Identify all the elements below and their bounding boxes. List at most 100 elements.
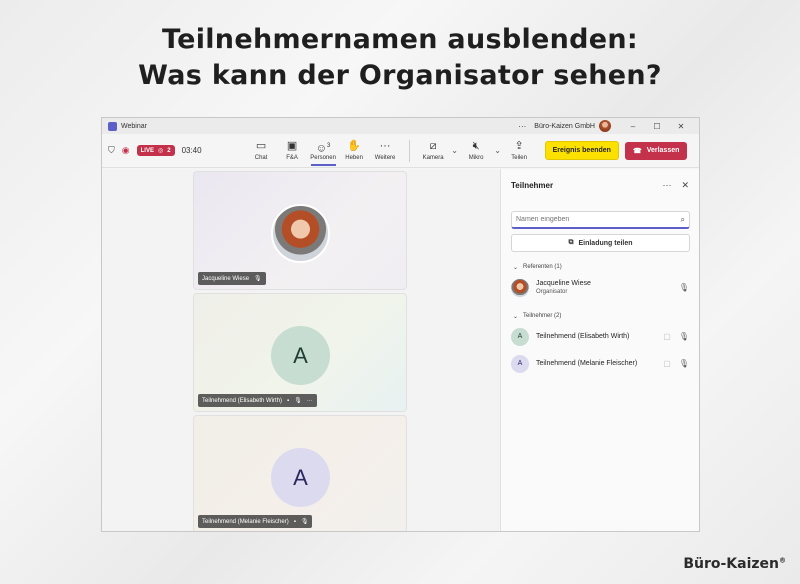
- meeting-toolbar: ⛉ ◉ LIVE ◎ 2 03:40 ▭ Chat ▣ F&A ☺3 Perso…: [102, 134, 699, 168]
- mic-options-chevron-icon[interactable]: ⌄: [492, 146, 504, 155]
- chevron-down-icon: ⌄: [513, 264, 519, 271]
- ellipsis-icon: ···: [379, 140, 391, 152]
- tile-name-tag: Teilnehmend (Elisabeth Wirth) ▪ 🎙︎ ···: [198, 394, 317, 407]
- mic-muted-icon: 🔇︎: [472, 140, 480, 152]
- mic-muted-icon: 🎙︎: [294, 398, 302, 404]
- participant-name: Teilnehmend (Melanie Fleischer): [536, 360, 638, 367]
- search-box[interactable]: ⌕: [511, 211, 690, 229]
- camera-off-icon: ▪: [287, 397, 290, 404]
- minimize-button[interactable]: –: [621, 122, 645, 131]
- mic-muted-icon: 🎙︎: [678, 283, 689, 292]
- close-window-button[interactable]: ✕: [669, 122, 693, 131]
- participants-panel: Teilnehmer ··· ✕ ⌕ ⧉ Einladung teilen ⌄ …: [500, 169, 699, 531]
- viewer-count: 2: [167, 147, 171, 154]
- camera-button[interactable]: ⧄ Kamera: [418, 140, 449, 161]
- share-label: Teilen: [511, 155, 527, 161]
- chat-icon: ▭: [255, 140, 267, 152]
- raise-hand-label: Heben: [345, 155, 363, 161]
- tile-more-icon[interactable]: ···: [307, 398, 313, 404]
- chat-label: Chat: [254, 155, 268, 161]
- eye-icon: ◎: [157, 148, 164, 154]
- hand-icon: ✋: [347, 140, 361, 152]
- panel-header: Teilnehmer ··· ✕: [501, 169, 699, 201]
- presenters-heading: Referenten (1): [523, 264, 562, 270]
- participant-role: Organisator: [536, 288, 568, 295]
- user-avatar[interactable]: [599, 120, 611, 132]
- avatar-initial: A: [271, 448, 330, 507]
- search-input[interactable]: [516, 216, 681, 223]
- share-invite-button[interactable]: ⧉ Einladung teilen: [511, 234, 690, 252]
- avatar: A: [511, 354, 529, 373]
- avatar: [511, 278, 529, 297]
- video-stage: Jacqueline Wiese 🎙︎ A Teilnehmend (Elisa…: [102, 169, 500, 531]
- share-invite-icon: ⧉: [568, 239, 574, 246]
- title-bar: Webinar ··· Büro-Kaizen GmbH – ☐ ✕: [102, 118, 699, 134]
- people-label: Personen: [310, 155, 336, 161]
- presenter-photo: [271, 204, 330, 263]
- teams-window: Webinar ··· Büro-Kaizen GmbH – ☐ ✕ ⛉ ◉ L…: [101, 117, 700, 532]
- more-options-icon[interactable]: ···: [518, 122, 526, 131]
- tile-name: Teilnehmend (Elisabeth Wirth): [202, 397, 283, 404]
- tile-name: Jacqueline Wiese: [202, 275, 250, 282]
- camera-options-chevron-icon[interactable]: ⌄: [449, 146, 461, 155]
- tile-name: Teilnehmend (Melanie Fleischer): [202, 518, 289, 525]
- participant-info: Jacqueline Wiese Organisator: [536, 279, 679, 297]
- mic-button[interactable]: 🔇︎ Mikro: [461, 140, 492, 161]
- mic-muted-icon: 🎙︎: [300, 519, 309, 525]
- shield-icon[interactable]: ⛉: [108, 145, 115, 156]
- camera-off-icon: ⧄: [429, 140, 437, 152]
- camera-off-icon: ▢: [663, 332, 671, 341]
- camera-off-icon: ▢: [663, 359, 671, 368]
- more-actions-label: Weitere: [374, 155, 396, 161]
- video-tile[interactable]: A Teilnehmend (Melanie Fleischer) ▪ 🎙︎: [193, 415, 407, 531]
- brand-name: Büro-Kaizen: [683, 556, 779, 572]
- avatar-initial: A: [271, 326, 330, 385]
- participant-row[interactable]: A Teilnehmend (Elisabeth Wirth) ▢ 🎙︎: [501, 323, 699, 350]
- camera-label: Kamera: [422, 155, 444, 161]
- panel-more-icon[interactable]: ···: [662, 180, 671, 190]
- leave-button[interactable]: ☎ Verlassen: [624, 141, 688, 160]
- close-icon[interactable]: ✕: [681, 180, 689, 191]
- more-actions-button[interactable]: ··· Weitere: [370, 140, 401, 161]
- attendees-section-toggle[interactable]: ⌄ Teilnehmer (2): [501, 309, 699, 323]
- participant-row[interactable]: A Teilnehmend (Melanie Fleischer) ▢ 🎙︎: [501, 350, 699, 377]
- participant-name: Jacqueline Wiese: [536, 279, 591, 287]
- tile-name-tag: Jacqueline Wiese 🎙︎: [198, 272, 266, 285]
- attendees-heading: Teilnehmer (2): [523, 313, 562, 319]
- headline-line-2: Was kann der Organisator sehen?: [138, 60, 662, 91]
- people-button[interactable]: ☺3 Personen: [308, 140, 339, 166]
- maximize-button[interactable]: ☐: [645, 122, 669, 131]
- people-count: 3: [327, 143, 331, 149]
- search-icon[interactable]: ⌕: [681, 215, 685, 225]
- qa-icon: ▣: [286, 140, 298, 152]
- window-title: Webinar: [121, 122, 147, 130]
- raise-hand-button[interactable]: ✋ Heben: [339, 140, 370, 161]
- participant-name: Teilnehmend (Elisabeth Wirth): [536, 333, 630, 340]
- headline-line-1: Teilnehmernamen ausblenden:: [161, 24, 639, 55]
- people-icon: ☺3: [315, 142, 331, 155]
- meeting-timer: 03:40: [181, 146, 202, 155]
- organization-name: Büro-Kaizen GmbH: [534, 122, 595, 130]
- video-tile[interactable]: Jacqueline Wiese 🎙︎: [193, 171, 407, 290]
- share-icon: ⇪: [514, 140, 524, 152]
- presenters-section-toggle[interactable]: ⌄ Referenten (1): [501, 260, 699, 274]
- share-button[interactable]: ⇪ Teilen: [504, 140, 535, 161]
- panel-title: Teilnehmer: [511, 180, 554, 190]
- chat-button[interactable]: ▭ Chat: [246, 140, 277, 161]
- end-event-button[interactable]: Ereignis beenden: [544, 141, 619, 160]
- live-badge[interactable]: LIVE ◎ 2: [136, 145, 175, 156]
- video-tile[interactable]: A Teilnehmend (Elisabeth Wirth) ▪ 🎙︎ ···: [193, 293, 407, 412]
- teams-app-icon: [108, 121, 117, 131]
- mic-muted-icon: 🎙︎: [254, 276, 262, 282]
- tile-name-tag: Teilnehmend (Melanie Fleischer) ▪ 🎙︎: [198, 515, 313, 528]
- participant-row[interactable]: Jacqueline Wiese Organisator 🎙︎: [501, 274, 699, 301]
- qa-button[interactable]: ▣ F&A: [277, 140, 308, 161]
- brand-logo: Büro-Kaizen®: [683, 556, 786, 572]
- share-invite-label: Einladung teilen: [578, 239, 633, 247]
- hang-up-icon: ☎: [632, 147, 642, 155]
- registered-mark: ®: [779, 556, 786, 565]
- record-icon[interactable]: ◉: [122, 145, 130, 156]
- participant-status: ▢ 🎙︎: [663, 359, 689, 368]
- camera-off-icon: ▪: [293, 518, 296, 525]
- avatar: A: [511, 327, 529, 346]
